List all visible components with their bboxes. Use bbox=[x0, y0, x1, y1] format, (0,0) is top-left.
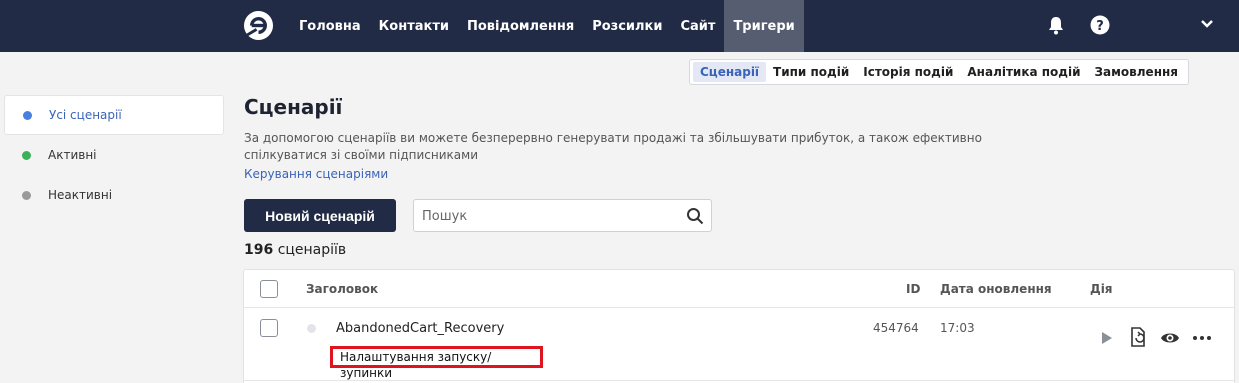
header-action: Дія bbox=[1090, 282, 1113, 296]
sidebar-item-active[interactable]: Активні bbox=[4, 135, 224, 175]
logo-icon[interactable] bbox=[243, 10, 274, 41]
main-nav: Головна Контакти Повідомлення Розсилки С… bbox=[290, 0, 804, 52]
scenario-filter-sidebar: Усі сценарії Активні Неактивні bbox=[4, 95, 224, 215]
header-id[interactable]: ID bbox=[906, 282, 920, 296]
sidebar-item-label: Усі сценарії bbox=[49, 108, 122, 122]
more-icon[interactable] bbox=[1192, 329, 1212, 347]
eye-icon[interactable] bbox=[1160, 329, 1180, 347]
nav-item-home[interactable]: Головна bbox=[290, 0, 370, 52]
nav-item-messages[interactable]: Повідомлення bbox=[458, 0, 583, 52]
page-title: Сценарії bbox=[244, 95, 343, 119]
status-dot-icon bbox=[22, 190, 31, 200]
header-title[interactable]: Заголовок bbox=[306, 282, 378, 296]
sidebar-item-label: Активні bbox=[48, 148, 97, 162]
bell-icon[interactable] bbox=[1047, 15, 1065, 35]
select-all-checkbox[interactable] bbox=[260, 280, 278, 298]
nav-item-contacts[interactable]: Контакти bbox=[370, 0, 458, 52]
page-description: За допомогою сценаріїв ви можете безпере… bbox=[244, 131, 982, 162]
new-scenario-button[interactable]: Новий сценарій bbox=[244, 199, 396, 232]
scenario-count-number: 196 bbox=[244, 242, 274, 258]
scenario-id: 454764 bbox=[873, 321, 919, 335]
top-navbar: Головна Контакти Повідомлення Розсилки С… bbox=[0, 0, 1239, 52]
subtab-orders[interactable]: Замовлення bbox=[1088, 62, 1185, 82]
scenario-count: 196 сценаріїв bbox=[244, 242, 346, 258]
search-box bbox=[413, 199, 712, 232]
scenario-name[interactable]: AbandonedCart_Recovery bbox=[336, 321, 504, 336]
header-updated[interactable]: Дата оновлення bbox=[940, 282, 1052, 296]
search-icon[interactable] bbox=[686, 207, 704, 225]
nav-item-site[interactable]: Сайт bbox=[671, 0, 724, 52]
status-dot-icon bbox=[22, 150, 31, 160]
manage-scenarios-link[interactable]: Керування сценаріями bbox=[244, 167, 388, 181]
sidebar-item-label: Неактивні bbox=[48, 188, 113, 202]
sidebar-item-all[interactable]: Усі сценарії bbox=[4, 95, 224, 135]
subtab-event-history[interactable]: Історія подій bbox=[856, 62, 960, 82]
search-input[interactable] bbox=[422, 206, 682, 226]
table-row: AbandonedCart_Recovery 454764 17:03 Нала… bbox=[244, 309, 1234, 381]
start-stop-settings-link[interactable]: Налаштування запуску/зупинки bbox=[330, 346, 543, 380]
scenario-updated: 17:03 bbox=[940, 321, 975, 335]
subtab-event-types[interactable]: Типи подій bbox=[766, 62, 856, 82]
nav-item-mailings[interactable]: Розсилки bbox=[583, 0, 671, 52]
triggers-subtabs: Сценарії Типи подій Історія подій Аналіт… bbox=[689, 59, 1189, 85]
nav-item-triggers[interactable]: Тригери bbox=[724, 0, 804, 52]
copy-icon[interactable] bbox=[1129, 327, 1147, 347]
table-header: Заголовок ID Дата оновлення Дія bbox=[244, 270, 1234, 308]
help-icon[interactable]: ? bbox=[1090, 15, 1110, 35]
subtab-event-analytics[interactable]: Аналітика подій bbox=[960, 62, 1087, 82]
sidebar-item-inactive[interactable]: Неактивні bbox=[4, 175, 224, 215]
svg-text:?: ? bbox=[1096, 19, 1104, 34]
row-checkbox[interactable] bbox=[260, 319, 278, 337]
scenario-count-label: сценаріїв bbox=[277, 242, 347, 258]
play-icon[interactable] bbox=[1097, 329, 1115, 347]
status-dot-icon bbox=[307, 324, 316, 333]
subtab-scenarios[interactable]: Сценарії bbox=[693, 62, 767, 82]
scenarios-table: Заголовок ID Дата оновлення Дія Abandone… bbox=[243, 269, 1235, 383]
chevron-down-icon[interactable] bbox=[1200, 18, 1214, 30]
status-dot-icon bbox=[23, 110, 32, 120]
